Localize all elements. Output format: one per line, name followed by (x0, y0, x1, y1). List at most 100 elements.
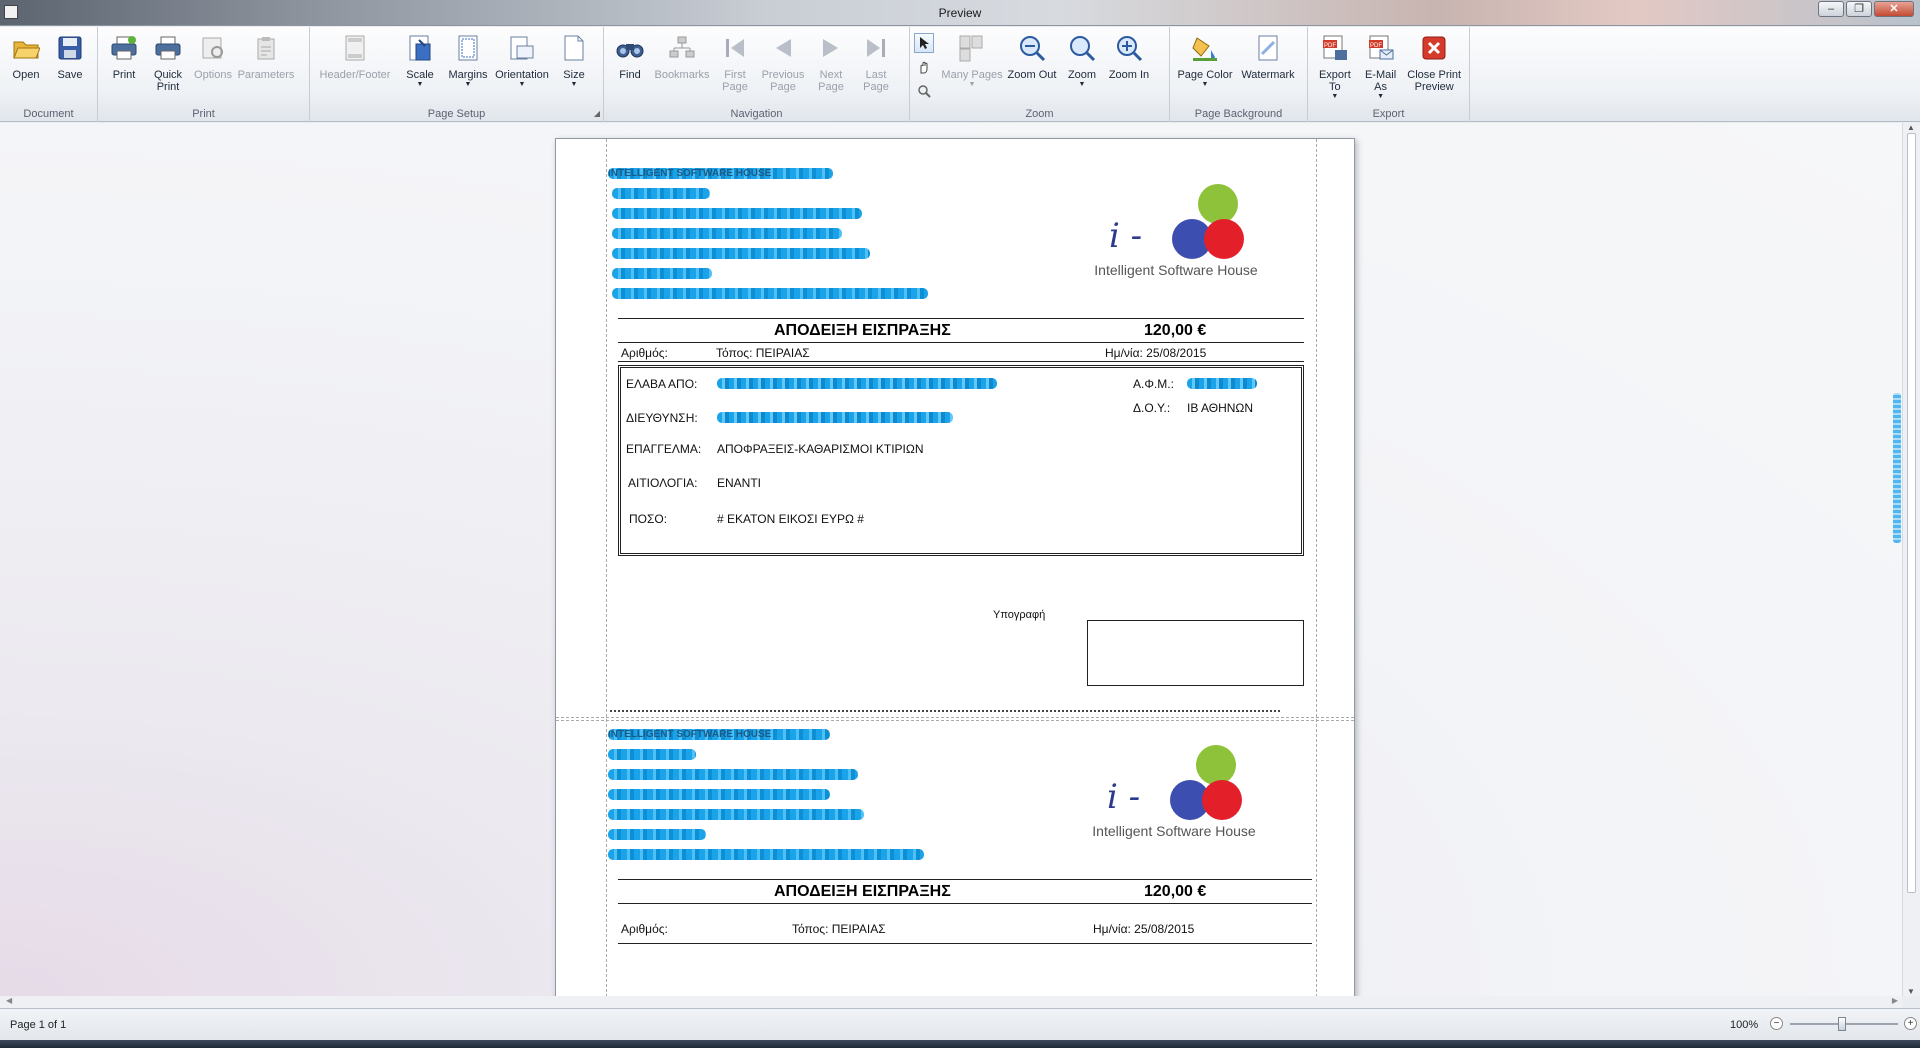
page-setup-launcher-icon[interactable]: ◢ (594, 109, 600, 118)
company-info-redacted-1 (612, 188, 710, 199)
previous-page-label: Previous Page (761, 69, 805, 93)
margins-dropdown-icon: ▼ (464, 81, 472, 88)
magnifier-tool-button[interactable] (914, 81, 934, 101)
logo-ball-red (1204, 219, 1244, 259)
amount-words-label: ΠΟΣΟ: (629, 512, 668, 526)
zoom-minus-icon[interactable]: − (1770, 1017, 1783, 1030)
group-caption-export: Export (1372, 108, 1405, 120)
ribbon-group-document: Open Save Document (0, 27, 98, 122)
hand-icon (920, 61, 928, 74)
receipt2-title: ΑΠΟΔΕΙΞΗ ΕΙΣΠΡΑΞΗΣ (774, 883, 951, 900)
ribbon-group-page-setup: Header/Footer Scale ▼ Margins ▼ Orientat… (310, 27, 604, 122)
pointer-tool-button[interactable] (914, 33, 934, 53)
zoom-plus-icon[interactable]: + (1904, 1017, 1917, 1030)
ribbon-group-navigation: Find Bookmarks First Page Previous Page … (604, 27, 910, 122)
signature-label: Υπογραφή (993, 609, 1046, 621)
watermark-icon (1253, 33, 1283, 63)
receipt-details-frame: ΕΛΑΒΑ ΑΠΟ: ΔΙΕΥΘΥΝΣΗ: ΕΠΑΓΓΕΛΜΑ: ΑΠΟΦΡΑΞ… (618, 365, 1304, 556)
document-page: INTELLIGENT SOFTWARE HOUSE i - Intellige… (555, 138, 1355, 996)
receipt2-number-label: Αριθμός: (621, 922, 668, 936)
scroll-left-icon[interactable]: ◀ (6, 996, 12, 1005)
quick-print-label: Quick Print (153, 69, 183, 93)
company-info-redacted-3 (612, 228, 842, 239)
bookmarks-icon (667, 33, 697, 63)
printer-icon (109, 33, 139, 63)
company-info-redacted-6 (612, 288, 928, 299)
title-bar: Preview – ❐ ✕ (0, 0, 1920, 26)
find-label: Find (619, 69, 641, 81)
logo-letter: i - (1109, 216, 1143, 256)
taskbar (0, 1040, 1920, 1048)
group-caption-navigation: Navigation (730, 108, 783, 120)
open-label: Open (12, 69, 40, 81)
margins-label: Margins (448, 69, 488, 81)
scroll-up-icon[interactable]: ▲ (1907, 123, 1915, 132)
page-size-icon (559, 33, 589, 63)
zoom-dropdown-icon: ▼ (1078, 81, 1086, 88)
title2-rule-top (618, 879, 1312, 880)
ribbon-group-zoom: Many Pages ▼ Zoom Out Zoom ▼ Zoom In Zoo… (910, 27, 1170, 122)
zoom-in-icon (1114, 33, 1144, 63)
window-title: Preview (938, 6, 982, 20)
company-info-redacted-2 (612, 208, 862, 219)
many-pages-dropdown-icon: ▼ (968, 81, 976, 88)
redacted-margin-mark (1893, 393, 1901, 543)
next-page-icon (816, 33, 846, 63)
zoom-out-icon (1017, 33, 1047, 63)
parameters-icon (251, 33, 281, 63)
group-caption-page-setup: Page Setup (427, 108, 486, 120)
maximize-button[interactable]: ❐ (1846, 1, 1872, 17)
orientation-icon (507, 33, 537, 63)
preview-area[interactable]: INTELLIGENT SOFTWARE HOUSE i - Intellige… (0, 123, 1902, 996)
zoom-level: 100% (1730, 1019, 1759, 1031)
minimize-button[interactable]: – (1818, 1, 1844, 17)
logo2-letter: i - (1107, 777, 1141, 817)
many-pages-icon (957, 33, 987, 63)
logo2-company-name: Intelligent Software House (1092, 823, 1256, 839)
doy-label: Δ.Ο.Υ.: (1133, 401, 1171, 415)
scale-dropdown-icon: ▼ (416, 81, 424, 88)
page-color-dropdown-icon: ▼ (1201, 81, 1209, 88)
export-pdf-icon: PDF (1320, 33, 1350, 63)
logo2-ball-green (1196, 745, 1236, 785)
receipt-place: Τόπος: ΠΕΙΡΑΙΑΣ (716, 346, 810, 360)
cut-line (610, 710, 1280, 712)
company-name-redacted: INTELLIGENT SOFTWARE HOUSE (608, 168, 833, 179)
scroll-down-icon[interactable]: ▼ (1907, 987, 1915, 996)
orientation-dropdown-icon: ▼ (518, 81, 526, 88)
company-info-2-redacted-6 (608, 849, 924, 860)
meta2-rule (618, 943, 1312, 944)
company-info-2-redacted-4 (608, 809, 864, 820)
quick-printer-icon (153, 33, 183, 63)
amount-words-value: # ΕΚΑΤΟΝ ΕΙΚΟΣΙ ΕΥΡΩ # (717, 512, 864, 526)
binoculars-icon (615, 33, 645, 63)
address-redacted (717, 412, 953, 423)
previous-page-icon (768, 33, 798, 63)
page-color-label: Page Color (1177, 69, 1233, 81)
svg-text:PDF: PDF (1370, 43, 1382, 49)
address-label: ΔΙΕΥΘΥΝΣΗ: (626, 411, 698, 425)
receipt-title: ΑΠΟΔΕΙΞΗ ΕΙΣΠΡΑΞΗΣ (774, 322, 951, 339)
last-page-icon (861, 33, 891, 63)
title-rule-bottom (618, 342, 1304, 343)
scale-icon (405, 33, 435, 63)
close-window-button[interactable]: ✕ (1874, 1, 1914, 17)
vertical-scrollbar[interactable]: ▲ ▼ (1902, 123, 1920, 996)
title2-rule-bottom (618, 903, 1312, 904)
receipt-number-label: Αριθμός: (621, 346, 668, 360)
export-to-label: Export To (1318, 69, 1351, 93)
margins-icon (453, 33, 483, 63)
vertical-scroll-thumb[interactable] (1907, 133, 1916, 893)
first-page-label: First Page (722, 69, 748, 93)
signature-box (1087, 620, 1304, 686)
page-info: Page 1 of 1 (10, 1019, 67, 1031)
scroll-right-icon[interactable]: ▶ (1892, 996, 1898, 1005)
orientation-label: Orientation (495, 69, 549, 81)
zoom-slider-thumb[interactable] (1838, 1017, 1846, 1031)
zoom-in-label: Zoom In (1108, 69, 1150, 81)
hand-tool-button[interactable] (914, 57, 934, 77)
company-logo-2: i - Intelligent Software House (1089, 743, 1259, 853)
horizontal-scrollbar[interactable]: ◀ ▶ (0, 996, 1902, 1008)
save-disk-icon (55, 33, 85, 63)
receipt2-place: Τόπος: ΠΕΙΡΑΙΑΣ (792, 922, 886, 936)
